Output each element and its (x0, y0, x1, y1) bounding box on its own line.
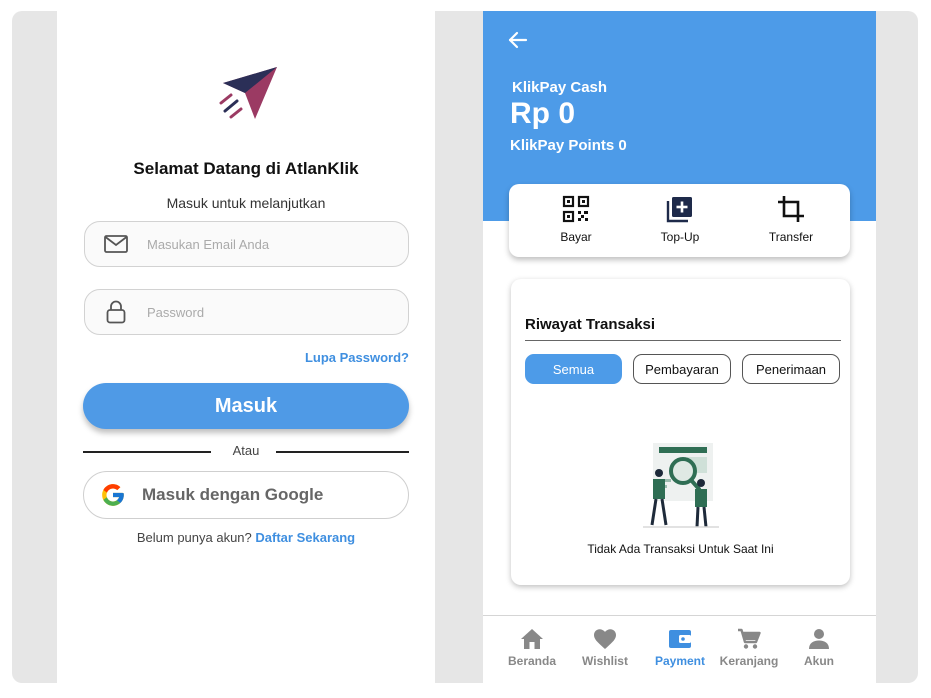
transaction-history-card: Riwayat Transaksi Semua Pembayaran Pener… (511, 279, 850, 585)
forgot-password-link[interactable]: Lupa Password? (305, 350, 409, 365)
empty-transactions-illustration (643, 443, 719, 528)
nav-item-wishlist[interactable]: Wishlist (570, 628, 640, 668)
google-login-button[interactable]: Masuk dengan Google (83, 471, 409, 519)
lock-icon (85, 300, 147, 324)
qr-code-icon (562, 195, 590, 223)
password-field[interactable] (84, 289, 409, 335)
nav-item-beranda[interactable]: Beranda (497, 628, 567, 668)
welcome-subtitle: Masuk untuk melanjutkan (166, 195, 326, 211)
action-topup[interactable]: Top-Up (635, 194, 725, 244)
action-label: Bayar (560, 230, 592, 244)
filter-chip-pembayaran[interactable]: Pembayaran (633, 354, 731, 384)
nav-item-payment[interactable]: Payment (645, 628, 715, 668)
nav-label: Wishlist (582, 654, 628, 668)
history-title: Riwayat Transaksi (525, 316, 656, 333)
nav-item-akun[interactable]: Akun (784, 628, 854, 668)
history-divider (525, 340, 841, 341)
cart-icon (738, 628, 761, 649)
action-label: Transfer (768, 230, 814, 244)
wallet-actions-card: Bayar Top-Up Transfer (509, 184, 850, 257)
divider-line-right (276, 451, 409, 453)
bottom-navigation: Beranda Wishlist Payment Keranjang Akun (483, 615, 876, 683)
nav-label: Keranjang (719, 654, 779, 668)
google-button-label: Masuk dengan Google (142, 485, 324, 504)
nav-label: Akun (804, 654, 834, 668)
heart-icon (594, 629, 616, 649)
paper-plane-logo (219, 67, 277, 119)
register-prompt: Belum punya akun? Daftar Sekarang (57, 530, 435, 545)
login-button[interactable]: Masuk (83, 383, 409, 429)
crop-icon (778, 196, 804, 222)
cash-label: KlikPay Cash (512, 79, 608, 96)
nav-label: Beranda (507, 654, 557, 668)
register-link[interactable]: Daftar Sekarang (255, 530, 355, 545)
person-icon (809, 629, 829, 649)
filter-chip-semua[interactable]: Semua (525, 354, 622, 384)
register-prompt-text: Belum punya akun? (136, 530, 252, 545)
welcome-title: Selamat Datang di AtlanKlik (133, 159, 359, 178)
wallet-screen: KlikPay Cash Rp 0 KlikPay Points 0 Bayar… (483, 11, 876, 683)
mail-icon (85, 235, 147, 253)
empty-transactions-message: Tidak Ada Transaksi Untuk Saat Ini (587, 542, 774, 556)
email-field[interactable] (84, 221, 409, 267)
cash-balance: Rp 0 (510, 97, 576, 130)
nav-item-keranjang[interactable]: Keranjang (714, 628, 784, 668)
google-icon (84, 482, 142, 508)
arrow-left-icon[interactable] (507, 29, 529, 51)
wallet-icon (669, 630, 691, 648)
password-input[interactable] (147, 304, 387, 320)
home-icon (521, 629, 543, 649)
filter-chip-penerimaan[interactable]: Penerimaan (742, 354, 840, 384)
add-box-icon (666, 197, 692, 223)
action-bayar[interactable]: Bayar (531, 194, 621, 244)
nav-label: Payment (654, 654, 706, 668)
points-balance: KlikPay Points 0 (510, 137, 627, 154)
action-transfer[interactable]: Transfer (746, 194, 836, 244)
email-input[interactable] (147, 236, 387, 252)
or-divider: Atau (83, 443, 409, 459)
action-label: Top-Up (660, 230, 700, 244)
login-screen: Selamat Datang di AtlanKlik Masuk untuk … (57, 11, 435, 683)
